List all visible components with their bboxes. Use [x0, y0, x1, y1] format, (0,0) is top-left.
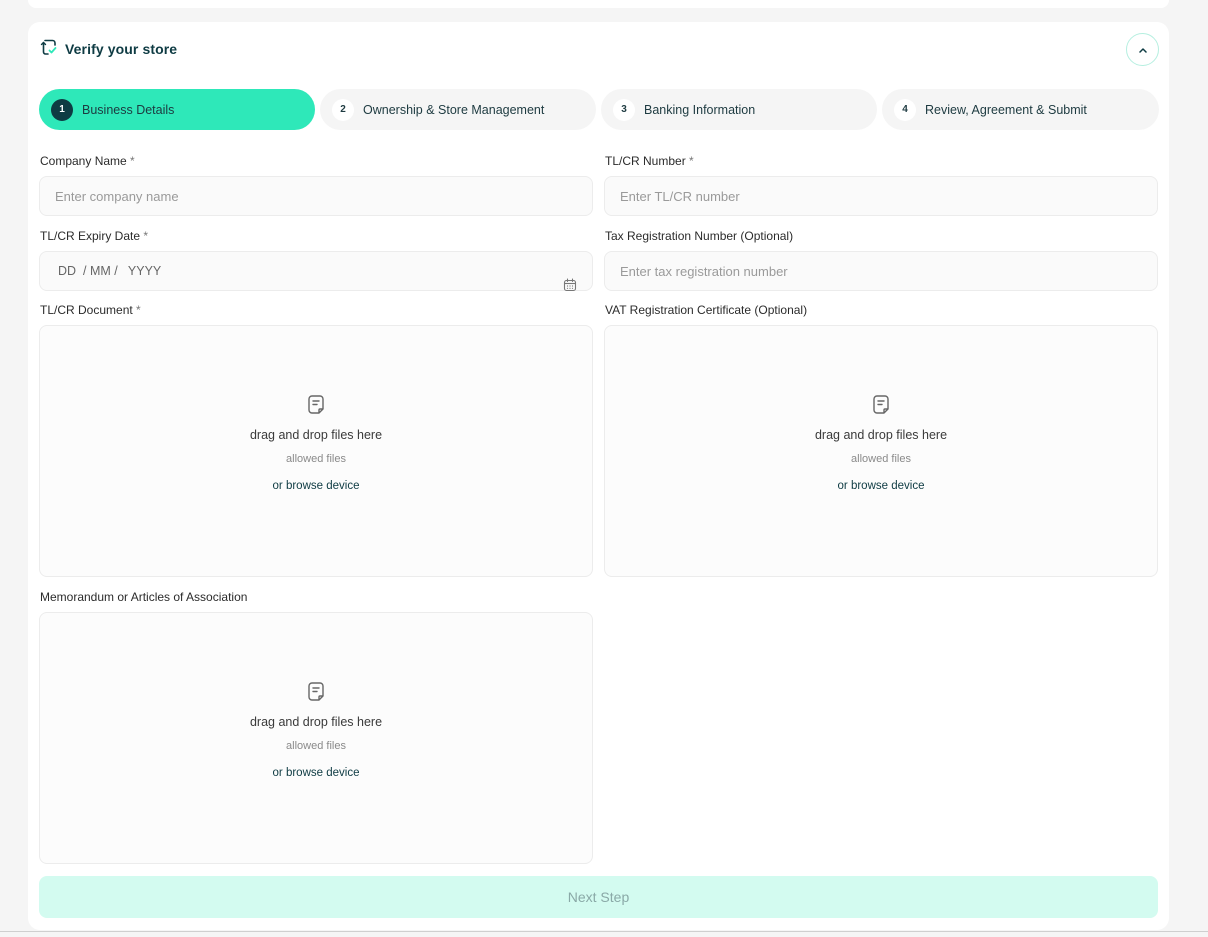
step-review[interactable]: 4 Review, Agreement & Submit — [882, 89, 1159, 130]
step-label: Banking Information — [644, 102, 756, 117]
label-text: Memorandum or Articles of Association — [40, 590, 248, 604]
required-mark: * — [689, 154, 694, 168]
vat-certificate-dropzone[interactable]: drag and drop files here allowed files o… — [604, 325, 1158, 577]
dropzone-content: drag and drop files here allowed files o… — [815, 394, 947, 492]
calendar-icon[interactable] — [542, 264, 577, 309]
label-text: TL/CR Number — [605, 154, 686, 168]
step-number: 3 — [613, 98, 635, 121]
vat-certificate-label: VAT Registration Certificate (Optional) — [605, 303, 807, 317]
required-mark: * — [143, 229, 149, 243]
next-step-button[interactable]: Next Step — [39, 876, 1158, 918]
step-number: 2 — [332, 98, 354, 121]
store-verify-icon — [40, 38, 57, 61]
step-number: 4 — [894, 98, 916, 121]
collapse-button[interactable] — [1126, 33, 1159, 66]
required-mark: * — [130, 154, 135, 168]
dropzone-title: drag and drop files here — [249, 428, 383, 442]
tax-registration-input[interactable] — [604, 251, 1158, 291]
section-header: Verify your store — [40, 38, 178, 61]
tlcr-number-label: TL/CR Number * — [605, 154, 694, 168]
tlcr-expiry-date-input[interactable]: DD / MM / YYYY — [39, 251, 593, 292]
step-ownership[interactable]: 2 Ownership & Store Management — [320, 89, 596, 130]
browse-device-link[interactable]: or browse device — [273, 767, 360, 779]
tlcr-document-dropzone[interactable]: drag and drop files here allowed files o… — [39, 325, 593, 577]
label-text: Company Name — [40, 154, 127, 168]
step-label: Review, Agreement & Submit — [925, 102, 1087, 117]
file-icon — [306, 681, 326, 707]
dropzone-content: drag and drop files here allowed files o… — [250, 681, 382, 779]
page-divider — [0, 931, 1208, 932]
previous-card — [28, 0, 1169, 8]
company-name-label: Company Name * — [40, 154, 135, 168]
browse-device-link[interactable]: or browse device — [838, 480, 925, 492]
dropzone-allowed: allowed files — [286, 453, 346, 465]
step-banking[interactable]: 3 Banking Information — [601, 89, 877, 130]
dropzone-allowed: allowed files — [286, 740, 346, 752]
dropzone-allowed: allowed files — [851, 453, 911, 465]
file-icon — [306, 394, 326, 420]
company-name-input[interactable] — [39, 176, 593, 216]
tlcr-number-input[interactable] — [604, 176, 1158, 216]
section-title: Verify your store — [65, 41, 178, 57]
dropzone-content: drag and drop files here allowed files o… — [250, 394, 382, 492]
verify-store-card: Verify your store 1 Business Details 2 O… — [28, 22, 1169, 930]
memorandum-label: Memorandum or Articles of Association — [40, 590, 247, 604]
step-business-details[interactable]: 1 Business Details — [39, 89, 315, 130]
dropzone-title: drag and drop files here — [249, 715, 383, 729]
required-mark: * — [136, 303, 141, 317]
browse-device-link[interactable]: or browse device — [273, 480, 360, 492]
tlcr-document-label: TL/CR Document * — [40, 303, 141, 317]
label-text: TL/CR Document — [40, 303, 133, 317]
date-placeholder: DD / MM / YYYY — [58, 264, 162, 278]
file-icon — [871, 394, 891, 420]
step-label: Business Details — [82, 102, 175, 117]
dropzone-title: drag and drop files here — [814, 428, 948, 442]
step-label: Ownership & Store Management — [363, 102, 545, 117]
label-text: Tax Registration Number (Optional) — [605, 229, 794, 243]
label-text: VAT Registration Certificate (Optional) — [605, 303, 808, 317]
chevron-up-icon — [1138, 41, 1148, 59]
memorandum-dropzone[interactable]: drag and drop files here allowed files o… — [39, 612, 593, 864]
tax-registration-label: Tax Registration Number (Optional) — [605, 229, 793, 243]
label-text: TL/CR Expiry Date — [40, 229, 141, 243]
tlcr-expiry-label: TL/CR Expiry Date * — [40, 229, 148, 243]
step-number: 1 — [51, 98, 73, 121]
stepper: 1 Business Details 2 Ownership & Store M… — [39, 89, 1159, 130]
